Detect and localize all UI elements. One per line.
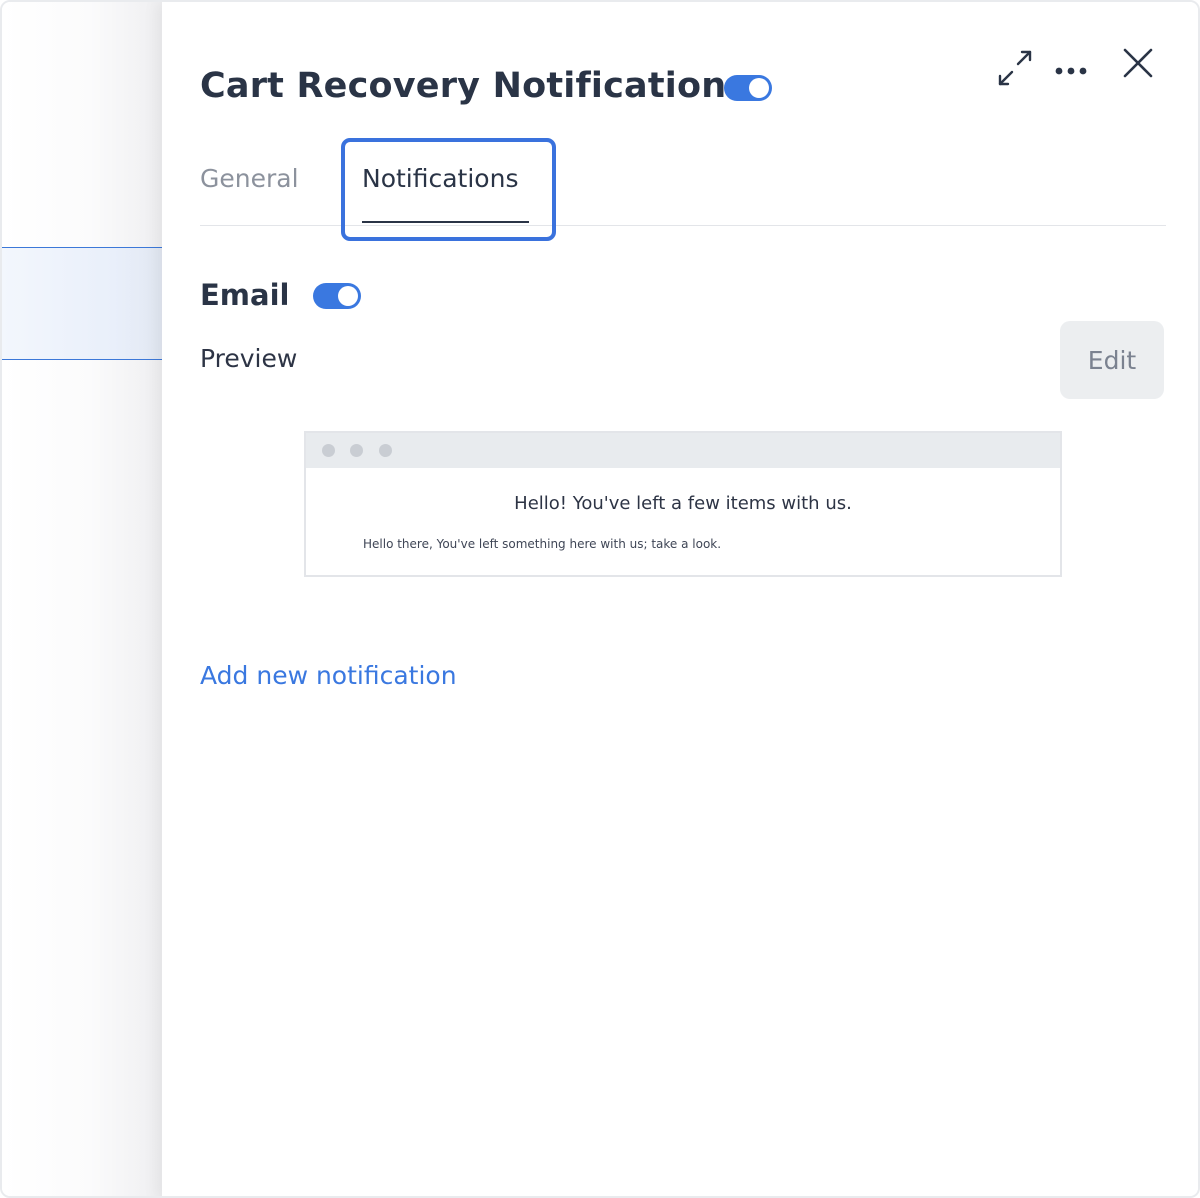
expand-icon[interactable]	[992, 46, 1038, 90]
preview-label: Preview	[200, 344, 298, 373]
toggle-knob	[338, 286, 358, 306]
active-tab-indicator	[362, 221, 529, 223]
email-section-title: Email	[200, 278, 290, 312]
close-icon[interactable]	[1117, 42, 1159, 84]
email-preview: Hello! You've left a few items with us. …	[304, 431, 1062, 577]
edit-button[interactable]: Edit	[1060, 321, 1164, 399]
background-list	[2, 2, 162, 1196]
window-dot	[322, 444, 335, 457]
preview-heading: Hello! You've left a few items with us.	[514, 493, 852, 514]
add-new-notification-link[interactable]: Add new notification	[200, 661, 457, 690]
window-dot	[379, 444, 392, 457]
preview-body: Hello there, You've left something here …	[363, 537, 722, 551]
notification-side-panel: Cart Recovery Notification General Notif…	[162, 2, 1198, 1196]
panel-title: Cart Recovery Notification	[200, 66, 727, 106]
more-options-icon[interactable]	[1050, 54, 1092, 88]
tab-bar: General Notifications	[200, 142, 1166, 226]
app-frame: Cart Recovery Notification General Notif…	[0, 0, 1200, 1198]
tab-general[interactable]: General	[200, 164, 299, 193]
email-enabled-toggle[interactable]	[313, 283, 361, 309]
toggle-knob	[749, 78, 769, 98]
window-dot	[350, 444, 363, 457]
selected-list-row[interactable]	[2, 247, 162, 360]
tab-notifications[interactable]: Notifications	[362, 164, 518, 193]
preview-window-bar	[306, 433, 1060, 468]
notification-enabled-toggle[interactable]	[724, 75, 772, 101]
